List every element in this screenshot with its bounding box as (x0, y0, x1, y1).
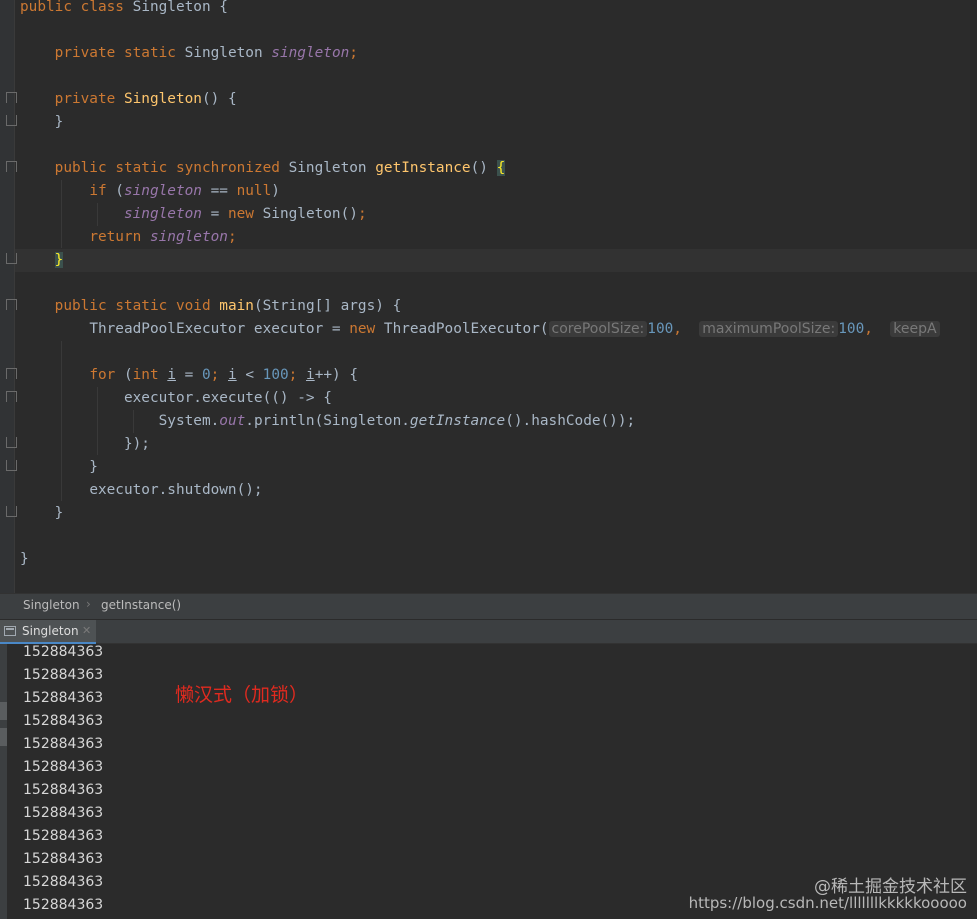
code-line: } (20, 505, 64, 521)
fold-end-icon[interactable] (6, 115, 17, 126)
console-line: 152884363 (23, 667, 104, 683)
code-line: System.out.println(Singleton.getInstance… (158, 413, 636, 429)
code-editor[interactable]: public class Singleton { private static … (0, 0, 977, 593)
code-line: } (54, 252, 64, 268)
code-line: } (20, 114, 64, 130)
code-line: ThreadPoolExecutor executor = new Thread… (20, 318, 940, 341)
fold-end-icon[interactable] (6, 253, 17, 264)
gutter-divider (14, 0, 15, 593)
code-line: for (int i = 0; i < 100; i++) { (89, 367, 359, 383)
code-line: executor.shutdown(); (89, 482, 263, 498)
code-line: private Singleton() { (54, 91, 237, 107)
editor-gutter (0, 0, 14, 593)
console-output[interactable]: 152884363 152884363 152884363 152884363 … (0, 644, 977, 919)
caret-row-highlight (15, 249, 977, 272)
console-line: 152884363 (23, 828, 104, 844)
console-icon (4, 626, 16, 636)
fold-end-icon[interactable] (6, 506, 17, 517)
console-line: 152884363 (23, 736, 104, 752)
fold-expanded-icon[interactable] (6, 161, 17, 172)
fold-expanded-icon[interactable] (6, 391, 17, 402)
close-icon[interactable]: ✕ (82, 624, 91, 637)
console-toolbar (0, 644, 7, 919)
console-line: 152884363 (23, 805, 104, 821)
rerun-icon[interactable] (0, 702, 7, 720)
fold-end-icon[interactable] (6, 437, 17, 448)
console-line: 152884363 (23, 690, 104, 706)
console-line: 152884363 (23, 851, 104, 867)
console-line: 152884363 (23, 782, 104, 798)
console-line: 152884363 (23, 713, 104, 729)
param-hint: corePoolSize: (548, 321, 648, 337)
fold-expanded-icon[interactable] (6, 92, 17, 103)
code-line: if (singleton == null) (89, 183, 280, 199)
run-tab-label: Singleton (22, 624, 79, 638)
code-line: public static void main(String[] args) { (54, 298, 402, 314)
code-line: executor.execute(() -> { (123, 390, 332, 406)
stop-icon[interactable] (0, 728, 7, 746)
code-line: private static Singleton singleton; (54, 45, 358, 61)
console-line: 152884363 (23, 759, 104, 775)
code-line: }); (123, 436, 150, 452)
code-line: return singleton; (89, 229, 237, 245)
breadcrumb-item-method[interactable]: getInstance() (101, 598, 181, 612)
code-line: public class Singleton { (20, 0, 228, 15)
watermark-url: https://blog.csdn.net/lllllllkkkkkooooo (688, 894, 967, 912)
console-line: 152884363 (23, 874, 104, 890)
console-line: 152884363 (23, 897, 104, 913)
console-line: 152884363 (23, 644, 104, 660)
run-tab-singleton[interactable]: Singleton ✕ (0, 620, 96, 644)
code-line: public static synchronized Singleton get… (54, 160, 506, 176)
param-hint: maximumPoolSize: (699, 321, 839, 337)
code-line: } (20, 459, 98, 475)
breadcrumb: Singleton › getInstance() (0, 593, 977, 619)
fold-expanded-icon[interactable] (6, 368, 17, 379)
chevron-right-icon: › (86, 597, 91, 611)
annotation-text: 懒汉式（加锁） (175, 684, 309, 706)
fold-end-icon[interactable] (6, 460, 17, 471)
code-line: } (20, 551, 29, 567)
run-tool-window-header: Singleton ✕ (0, 619, 977, 644)
param-hint: keepA (890, 321, 940, 337)
code-line: singleton = new Singleton(); (123, 206, 367, 222)
breadcrumb-item-class[interactable]: Singleton (23, 598, 80, 612)
fold-expanded-icon[interactable] (6, 299, 17, 310)
